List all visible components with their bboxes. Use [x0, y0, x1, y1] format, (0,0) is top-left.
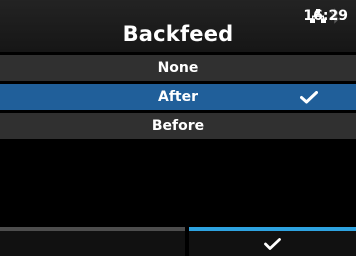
page-title: Backfeed [122, 22, 234, 46]
printer-screen: Backfeed 16:29 None After Before [0, 0, 356, 256]
option-after[interactable]: After [0, 84, 356, 110]
softkey-left-indicator [0, 227, 185, 231]
header-bar: Backfeed 16:29 [0, 0, 356, 52]
softkey-bar [0, 227, 356, 256]
softkey-left[interactable] [0, 227, 185, 256]
option-none[interactable]: None [0, 55, 356, 81]
softkey-confirm[interactable] [189, 227, 356, 256]
check-icon [264, 238, 281, 250]
option-before[interactable]: Before [0, 113, 356, 139]
option-label: After [157, 89, 199, 105]
check-icon [300, 91, 318, 104]
option-label: None [157, 60, 199, 76]
clock-time: 16:29 [303, 8, 348, 24]
softkey-right-indicator [189, 227, 356, 231]
option-label: Before [151, 118, 205, 134]
option-list: None After Before [0, 55, 356, 142]
